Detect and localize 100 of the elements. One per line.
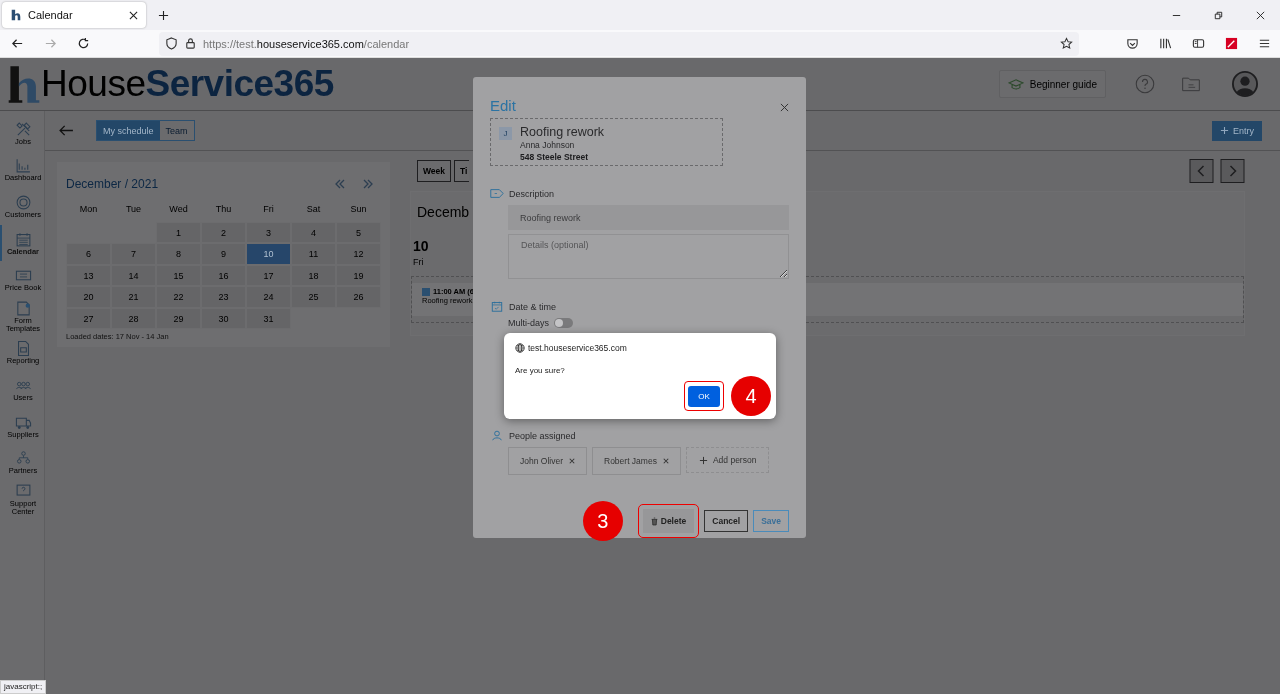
plus-icon (698, 455, 708, 465)
extension-icon[interactable] (1225, 37, 1238, 50)
date-heading: Decemb (417, 204, 470, 220)
tag-icon (490, 188, 504, 199)
weekday-label: Tue (124, 203, 143, 216)
remove-icon[interactable] (569, 458, 575, 464)
shield-icon (165, 37, 178, 50)
view-tab[interactable]: My schedule (97, 121, 160, 140)
add-person-button[interactable]: Add person (685, 447, 770, 473)
day-cell[interactable]: 29 (156, 307, 201, 329)
restore-icon[interactable] (1213, 9, 1224, 21)
dialog-title: Edit (490, 97, 516, 114)
person-chip[interactable]: John Oliver (508, 447, 587, 475)
globe-icon (515, 343, 525, 353)
logo-icon (7, 64, 41, 104)
plus-icon (1220, 126, 1229, 135)
add-entry-button[interactable]: Entry (1212, 120, 1262, 141)
section-label: Description (509, 188, 555, 199)
star-icon[interactable] (1060, 37, 1073, 50)
previous-icon[interactable] (1189, 158, 1214, 183)
day-cell[interactable]: 7 (111, 243, 156, 265)
weekday-label: Mon (78, 203, 99, 216)
close-icon[interactable] (129, 10, 138, 20)
graduation-cap-icon (1007, 78, 1024, 90)
person-chip[interactable]: Robert James (592, 447, 681, 475)
browser-tab[interactable]: Calendar (2, 2, 146, 28)
day-cell[interactable]: 31 (246, 307, 291, 329)
day-cell[interactable]: 14 (111, 264, 156, 286)
new-tab-icon[interactable] (158, 9, 169, 21)
logo-text: HouseService365 (41, 64, 334, 104)
pocket-icon[interactable] (1126, 37, 1139, 50)
confirm-message: Are you sure? (515, 366, 566, 375)
remove-icon[interactable] (662, 458, 669, 464)
job-icon (422, 287, 430, 296)
address-bar[interactable]: https://test.houseservice365.com/calendar (159, 31, 1079, 56)
day-cell[interactable]: 23 (201, 286, 246, 308)
multi-days-toggle[interactable] (554, 318, 573, 328)
menu-icon[interactable] (1258, 37, 1271, 50)
day-cell[interactable]: 11 (291, 243, 336, 265)
day-cell[interactable]: 28 (111, 307, 156, 329)
customer-name: Anna Johnson (520, 140, 576, 150)
day-cell[interactable]: 5 (336, 221, 381, 243)
view-button[interactable]: Week (417, 159, 452, 182)
day-cell[interactable]: 8 (156, 243, 201, 265)
day-cell[interactable]: 22 (156, 286, 201, 308)
day-cell[interactable]: 1 (156, 221, 201, 243)
day-cell[interactable]: 13 (66, 264, 111, 286)
day-cell[interactable]: 17 (246, 264, 291, 286)
step-marker: 3 (582, 501, 623, 541)
day-cell[interactable]: 3 (246, 221, 291, 243)
job-card[interactable]: J Roofing rework Anna Johnson 548 Steele Street (490, 118, 723, 166)
day-cell[interactable]: 6 (66, 243, 111, 265)
status-bar: javascript:; (0, 680, 47, 694)
weekday-label: Fri (262, 203, 275, 216)
day-cell[interactable]: 24 (246, 286, 291, 308)
description-field[interactable]: Roofing rework (508, 205, 789, 230)
save-button[interactable]: Save (753, 510, 789, 532)
next-icon[interactable] (1220, 158, 1245, 183)
job-title: Roofing rework (520, 125, 605, 139)
beginner-guide-button[interactable]: Beginner guide (998, 70, 1106, 98)
document-icon (14, 299, 32, 317)
delete-button[interactable]: Delete (642, 509, 695, 533)
trash-icon (650, 516, 658, 526)
day-name: Fri (413, 257, 424, 267)
section-label: People assigned (509, 430, 576, 441)
view-button[interactable]: Ti (454, 159, 470, 182)
day-cell[interactable]: 26 (336, 286, 381, 308)
library-icon[interactable] (1159, 37, 1172, 50)
day-cell[interactable]: 12 (336, 243, 381, 265)
reload-icon[interactable] (77, 37, 90, 50)
logo-icon (10, 9, 22, 21)
job-badge: J (499, 127, 512, 140)
day-cell[interactable]: 9 (201, 243, 246, 265)
lock-icon (184, 37, 197, 50)
bar-chart-icon (14, 157, 32, 175)
day-cell[interactable]: 30 (201, 307, 246, 329)
back-arrow-icon[interactable] (59, 125, 74, 136)
day-cell[interactable]: 25 (291, 286, 336, 308)
avatar-icon[interactable] (1232, 71, 1258, 97)
weekday-label: Wed (168, 203, 189, 216)
sidebar-icon[interactable] (1192, 37, 1205, 50)
site-origin: test.houseservice365.com (528, 343, 627, 353)
day-cell[interactable]: 2 (201, 221, 246, 243)
cancel-button[interactable]: Cancel (704, 510, 749, 532)
details-field[interactable]: Details (optional) (508, 234, 789, 279)
day-cell[interactable]: 18 (291, 264, 336, 286)
day-cell[interactable]: 16 (201, 264, 246, 286)
day-cell[interactable]: 21 (111, 286, 156, 308)
day-cell[interactable]: 15 (156, 264, 201, 286)
day-cell[interactable]: 10 (246, 243, 291, 265)
day-cell[interactable]: 20 (66, 286, 111, 308)
day-cell[interactable]: 19 (336, 264, 381, 286)
multi-days-label: Multi-days (508, 318, 549, 328)
url-text: https://test.houseservice365.com/calendar (203, 37, 410, 50)
back-icon[interactable] (11, 37, 24, 50)
day-cell[interactable]: 27 (66, 307, 111, 329)
section-label: Date & time (509, 301, 557, 312)
day-cell[interactable]: 4 (291, 221, 336, 243)
ok-button[interactable]: OK (688, 386, 720, 407)
close-icon[interactable] (1255, 9, 1266, 21)
